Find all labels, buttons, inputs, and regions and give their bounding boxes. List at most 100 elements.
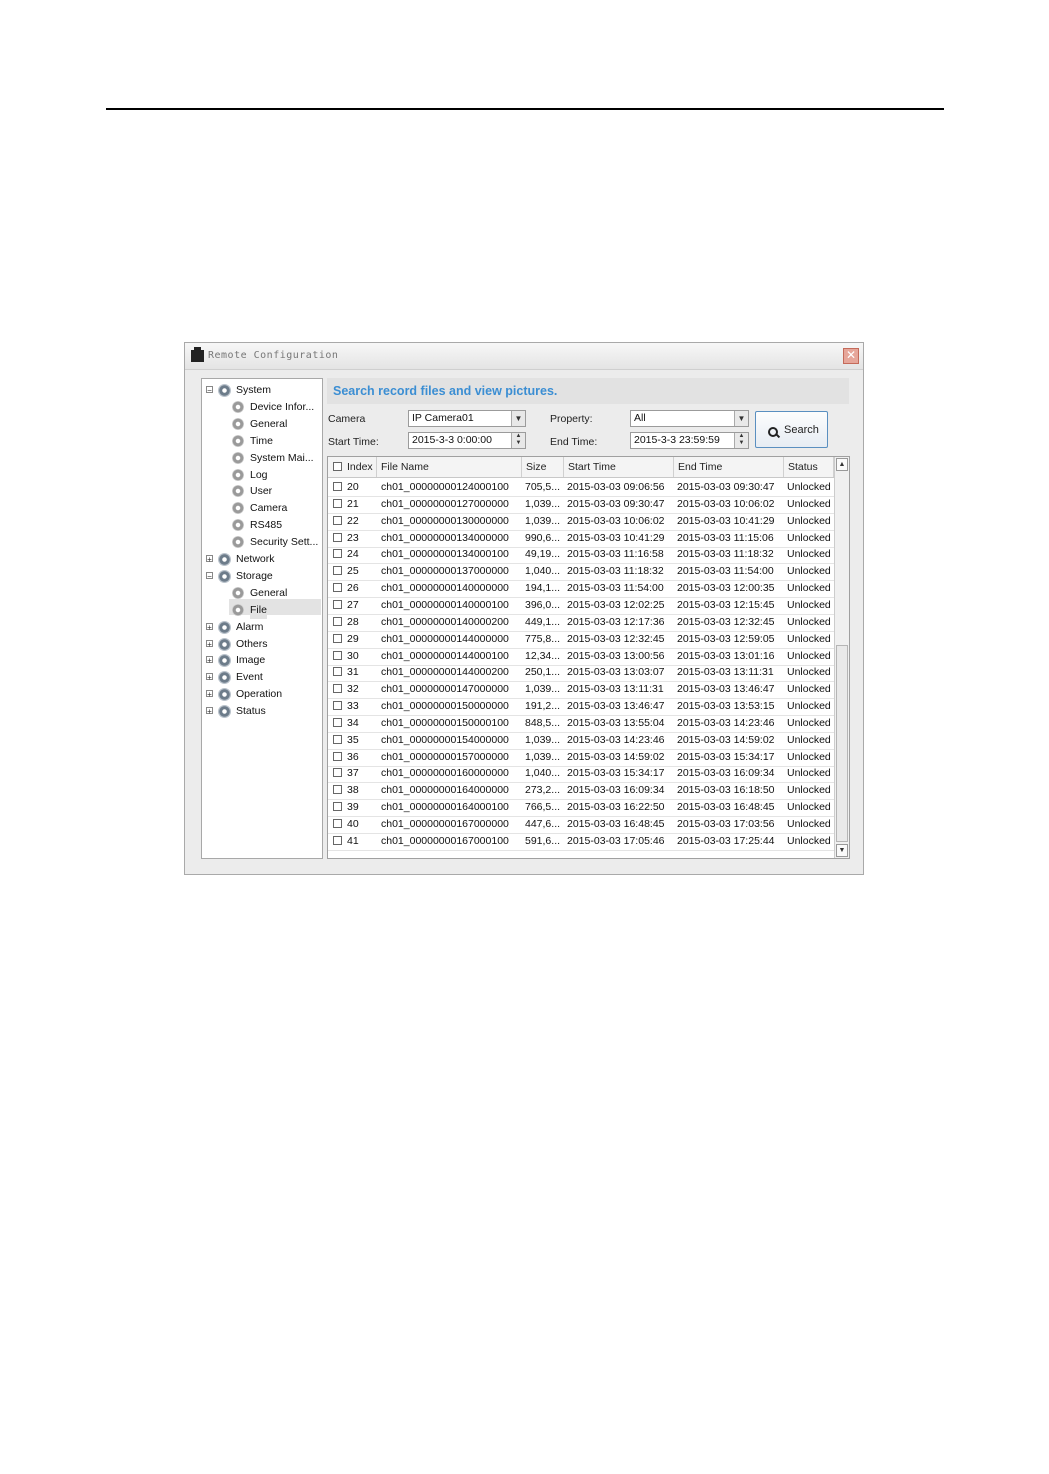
expand-icon[interactable]: + xyxy=(206,656,213,665)
table-row[interactable]: 39 ch01_00000000164000100 766,5... 2015-03-… xyxy=(328,799,834,818)
row-status: Unlocked xyxy=(787,801,831,814)
tree-item-log[interactable]: Log xyxy=(202,467,320,484)
expand-icon[interactable]: + xyxy=(206,707,213,716)
table-row[interactable]: 30 ch01_00000000144000100 12,34... 2015-03-… xyxy=(328,648,834,666)
header-start-time[interactable]: Start Time xyxy=(564,457,674,477)
row-checkbox[interactable] xyxy=(333,667,342,677)
row-checkbox[interactable] xyxy=(333,498,342,508)
expand-icon[interactable]: + xyxy=(206,690,213,699)
header-size[interactable]: Size xyxy=(522,457,564,477)
table-row[interactable]: 29 ch01_00000000144000000 775,8... 2015-03-… xyxy=(328,631,834,649)
tree-item-file[interactable]: File xyxy=(202,601,320,619)
row-checkbox[interactable] xyxy=(333,566,342,576)
close-button[interactable]: ✕ xyxy=(843,348,859,364)
camera-select[interactable]: IP Camera01 ▼ xyxy=(408,410,526,427)
table-row[interactable]: 23 ch01_00000000134000000 990,6... 2015-03-… xyxy=(328,530,834,548)
table-row[interactable]: 27 ch01_00000000140000100 396,0... 2015-03-… xyxy=(328,597,834,615)
scroll-up-icon[interactable]: ▲ xyxy=(836,458,848,471)
row-checkbox[interactable] xyxy=(333,549,342,559)
tree-item-general[interactable]: General xyxy=(202,416,320,433)
spinner-icon[interactable]: ▲ ▼ xyxy=(734,433,748,448)
tree-item-camera[interactable]: Camera xyxy=(202,500,320,517)
table-row[interactable]: 20 ch01_00000000124000100 705,5... 2015-03-… xyxy=(328,479,834,497)
tree-item-operation[interactable]: + Operation xyxy=(202,686,320,703)
header-file-name[interactable]: File Name xyxy=(377,457,522,477)
table-row[interactable]: 31 ch01_00000000144000200 250,1... 2015-03-… xyxy=(328,664,834,683)
header-status[interactable]: Status xyxy=(784,457,834,477)
spinner-icon[interactable]: ▲ ▼ xyxy=(511,433,525,448)
row-checkbox[interactable] xyxy=(333,701,342,711)
expand-icon[interactable]: + xyxy=(206,555,213,564)
chevron-down-icon[interactable]: ▼ xyxy=(734,411,748,426)
table-row[interactable]: 34 ch01_00000000150000100 848,5... 2015-03-… xyxy=(328,715,834,733)
row-checkbox[interactable] xyxy=(333,583,342,593)
row-checkbox[interactable] xyxy=(333,633,342,643)
row-checkbox[interactable] xyxy=(333,717,342,727)
row-checkbox[interactable] xyxy=(333,515,342,525)
header-end-time[interactable]: End Time xyxy=(674,457,784,477)
tree-item-others[interactable]: + Others xyxy=(202,636,320,653)
row-checkbox[interactable] xyxy=(333,785,342,795)
row-checkbox[interactable] xyxy=(333,650,342,660)
vertical-scrollbar[interactable]: ▲ ▼ xyxy=(834,457,849,858)
select-all-checkbox[interactable] xyxy=(333,462,342,471)
row-checkbox[interactable] xyxy=(333,684,342,694)
table-row[interactable]: 26 ch01_00000000140000000 194,1... 2015-03-… xyxy=(328,580,834,599)
table-row[interactable]: 22 ch01_00000000130000000 1,039... 2015-03-… xyxy=(328,513,834,531)
expand-icon[interactable]: + xyxy=(206,622,213,631)
tree-item-image[interactable]: + Image xyxy=(202,652,320,669)
table-row[interactable]: 38 ch01_00000000164000000 273,2... 2015-03-… xyxy=(328,782,834,801)
row-checkbox[interactable] xyxy=(333,482,342,491)
tree-item-label: Status xyxy=(236,705,266,718)
table-row[interactable]: 41 ch01_00000000167000100 591,6... 2015-03-… xyxy=(328,833,834,851)
row-checkbox[interactable] xyxy=(333,751,342,761)
table-row[interactable]: 36 ch01_00000000157000000 1,039... 2015-03-… xyxy=(328,749,834,767)
tree-item-time[interactable]: Time xyxy=(202,433,320,450)
table-row[interactable]: 21 ch01_00000000127000000 1,039... 2015-03-… xyxy=(328,496,834,514)
row-end-time: 2015-03-03 12:32:45 xyxy=(677,615,775,628)
row-checkbox[interactable] xyxy=(333,532,342,542)
tree-item-event[interactable]: + Event xyxy=(202,669,320,686)
row-checkbox[interactable] xyxy=(333,819,342,828)
tree-item-alarm[interactable]: + Alarm xyxy=(202,619,320,636)
table-row[interactable]: 40 ch01_00000000167000000 447,6... 2015-03-… xyxy=(328,816,834,834)
tree-item-network[interactable]: + Network xyxy=(202,551,320,568)
table-row[interactable]: 24 ch01_00000000134000100 49,19... 2015-03-… xyxy=(328,546,834,565)
row-file-name: ch01_00000000130000000 xyxy=(381,514,509,527)
row-checkbox[interactable] xyxy=(333,768,342,778)
expand-icon[interactable]: + xyxy=(206,639,213,648)
search-button[interactable]: Search xyxy=(755,411,828,448)
row-checkbox[interactable] xyxy=(333,599,342,609)
table-row[interactable]: 35 ch01_00000000154000000 1,039... 2015-03-… xyxy=(328,732,834,750)
collapse-icon[interactable]: − xyxy=(206,386,213,395)
header-index[interactable]: Index xyxy=(328,457,377,477)
table-row[interactable]: 32 ch01_00000000147000000 1,039... 2015-03-… xyxy=(328,681,834,700)
row-start-time: 2015-03-03 11:16:58 xyxy=(567,548,664,561)
row-checkbox[interactable] xyxy=(333,835,342,845)
tree-item-general[interactable]: General xyxy=(202,585,320,602)
property-select[interactable]: All ▼ xyxy=(630,410,749,427)
collapse-icon[interactable]: − xyxy=(206,571,213,580)
table-row[interactable]: 25 ch01_00000000137000000 1,040... 2015-03-… xyxy=(328,563,834,582)
tree-item-rs485[interactable]: RS485 xyxy=(202,517,320,534)
tree-item-status[interactable]: + Status xyxy=(202,703,320,720)
table-row[interactable]: 37 ch01_00000000160000000 1,040... 2015-03-… xyxy=(328,765,834,784)
scroll-down-icon[interactable]: ▼ xyxy=(836,844,848,857)
expand-icon[interactable]: + xyxy=(206,673,213,682)
table-row[interactable]: 33 ch01_00000000150000000 191,2... 2015-03-… xyxy=(328,698,834,717)
tree-item-system[interactable]: − System xyxy=(202,382,320,399)
chevron-down-icon[interactable]: ▼ xyxy=(511,411,525,426)
title-bar[interactable]: Remote Configuration ✕ xyxy=(185,343,863,370)
start-time-field[interactable]: 2015-3-3 0:00:00 ▲ ▼ xyxy=(408,432,526,449)
row-checkbox[interactable] xyxy=(333,734,342,744)
tree-item-user[interactable]: User xyxy=(202,483,320,500)
tree-item-security-sett[interactable]: Security Sett... xyxy=(202,534,320,551)
table-row[interactable]: 28 ch01_00000000140000200 449,1... 2015-03-… xyxy=(328,614,834,632)
tree-item-device-infor[interactable]: Device Infor... xyxy=(202,399,320,416)
scrollbar-thumb[interactable] xyxy=(836,645,848,842)
row-checkbox[interactable] xyxy=(333,616,342,626)
tree-item-system-mai[interactable]: System Mai... xyxy=(202,450,320,467)
row-checkbox[interactable] xyxy=(333,802,342,812)
tree-item-storage[interactable]: − Storage xyxy=(202,568,320,585)
end-time-field[interactable]: 2015-3-3 23:59:59 ▲ ▼ xyxy=(630,432,749,449)
